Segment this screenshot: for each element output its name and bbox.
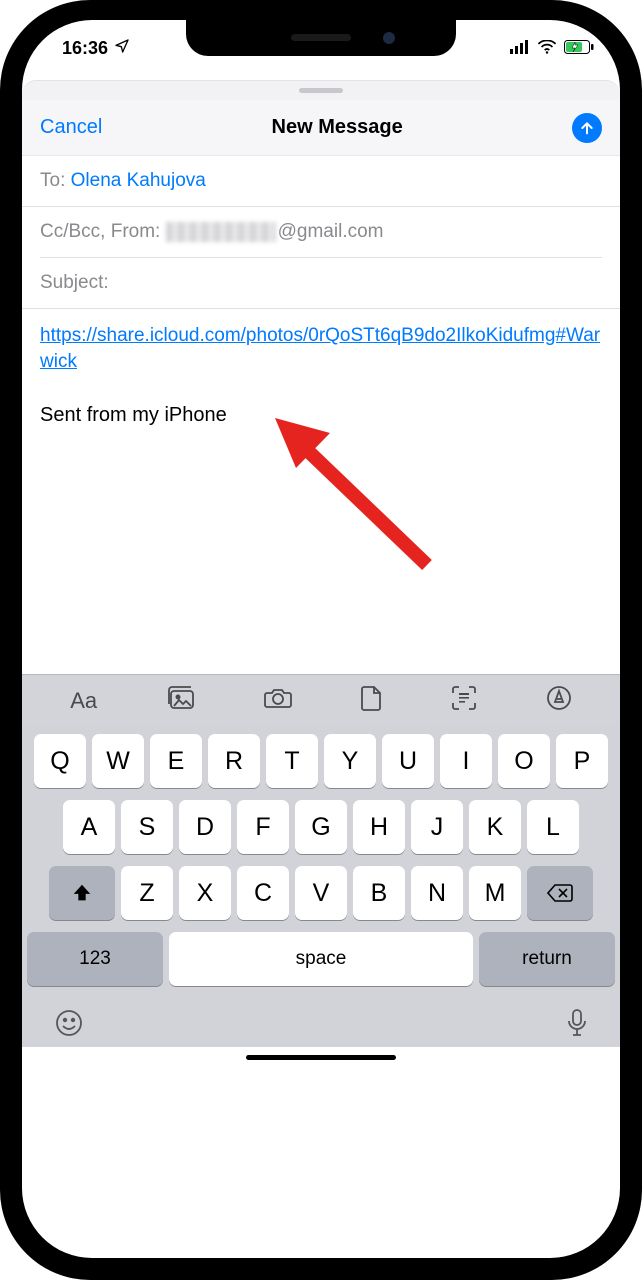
emoji-icon <box>54 1008 84 1038</box>
keyboard-row-3: ZXCVBNM <box>27 866 615 920</box>
from-label: Cc/Bcc, From: <box>40 221 160 242</box>
keyboard-footer <box>22 992 620 1047</box>
key-y[interactable]: Y <box>324 734 376 788</box>
text-style-button[interactable]: Aa <box>70 688 97 714</box>
key-j[interactable]: J <box>411 800 463 854</box>
key-b[interactable]: B <box>353 866 405 920</box>
camera-icon[interactable] <box>264 687 292 714</box>
backspace-icon <box>547 883 573 903</box>
from-field[interactable]: Cc/Bcc, From: @gmail.com <box>22 207 620 257</box>
notch <box>186 20 456 56</box>
sheet-grabber-area[interactable] <box>22 80 620 100</box>
scan-text-icon[interactable] <box>451 685 477 716</box>
key-d[interactable]: D <box>179 800 231 854</box>
key-r[interactable]: R <box>208 734 260 788</box>
status-time: 16:36 <box>62 38 108 59</box>
markup-icon[interactable] <box>546 685 572 716</box>
key-v[interactable]: V <box>295 866 347 920</box>
key-t[interactable]: T <box>266 734 318 788</box>
key-w[interactable]: W <box>92 734 144 788</box>
key-m[interactable]: M <box>469 866 521 920</box>
key-h[interactable]: H <box>353 800 405 854</box>
dictation-key[interactable] <box>566 1008 588 1043</box>
keyboard-row-1: QWERTYUIOP <box>27 734 615 788</box>
key-e[interactable]: E <box>150 734 202 788</box>
keyboard-row-bottom: 123 space return <box>27 932 615 986</box>
arrow-up-icon <box>579 120 595 136</box>
key-s[interactable]: S <box>121 800 173 854</box>
key-c[interactable]: C <box>237 866 289 920</box>
to-field[interactable]: To: Olena Kahujova <box>22 156 620 207</box>
sheet-grabber[interactable] <box>299 88 343 93</box>
key-o[interactable]: O <box>498 734 550 788</box>
screen: 16:36 Cancel <box>22 20 620 1258</box>
to-label: To: <box>40 170 65 191</box>
key-z[interactable]: Z <box>121 866 173 920</box>
to-recipient[interactable]: Olena Kahujova <box>71 170 206 191</box>
shift-icon <box>71 882 93 904</box>
key-p[interactable]: P <box>556 734 608 788</box>
key-i[interactable]: I <box>440 734 492 788</box>
document-icon[interactable] <box>361 685 383 716</box>
redacted-email-user <box>166 222 276 242</box>
keyboard: QWERTYUIOP ASDFGHJKL ZXCVBNM 123 space r… <box>22 726 620 992</box>
subject-field[interactable]: Subject: <box>22 258 620 309</box>
key-u[interactable]: U <box>382 734 434 788</box>
emoji-key[interactable] <box>54 1008 84 1043</box>
key-a[interactable]: A <box>63 800 115 854</box>
key-n[interactable]: N <box>411 866 463 920</box>
page-title: New Message <box>272 116 403 139</box>
signature: Sent from my iPhone <box>40 402 602 429</box>
wifi-icon <box>537 38 557 59</box>
numbers-key[interactable]: 123 <box>27 932 163 986</box>
key-q[interactable]: Q <box>34 734 86 788</box>
key-x[interactable]: X <box>179 866 231 920</box>
key-f[interactable]: F <box>237 800 289 854</box>
key-g[interactable]: G <box>295 800 347 854</box>
keyboard-toolbar: Aa <box>22 674 620 726</box>
backspace-key[interactable] <box>527 866 593 920</box>
keyboard-row-2: ASDFGHJKL <box>27 800 615 854</box>
return-key[interactable]: return <box>479 932 615 986</box>
battery-charging-icon <box>564 38 594 59</box>
location-icon <box>114 38 130 59</box>
shared-link[interactable]: https://share.icloud.com/photos/0rQoSTt6… <box>40 325 600 372</box>
key-k[interactable]: K <box>469 800 521 854</box>
key-l[interactable]: L <box>527 800 579 854</box>
phone-frame: 16:36 Cancel <box>0 0 642 1280</box>
cell-signal-icon <box>510 38 530 59</box>
send-button[interactable] <box>572 113 602 143</box>
compose-navbar: Cancel New Message <box>22 100 620 156</box>
microphone-icon <box>566 1008 588 1038</box>
shift-key[interactable] <box>49 866 115 920</box>
cancel-button[interactable]: Cancel <box>40 116 102 139</box>
home-indicator[interactable] <box>246 1055 396 1060</box>
message-body[interactable]: https://share.icloud.com/photos/0rQoSTt6… <box>22 309 620 674</box>
from-domain: @gmail.com <box>278 221 384 242</box>
subject-label: Subject: <box>40 272 109 293</box>
photo-library-icon[interactable] <box>166 686 196 715</box>
space-key[interactable]: space <box>169 932 473 986</box>
